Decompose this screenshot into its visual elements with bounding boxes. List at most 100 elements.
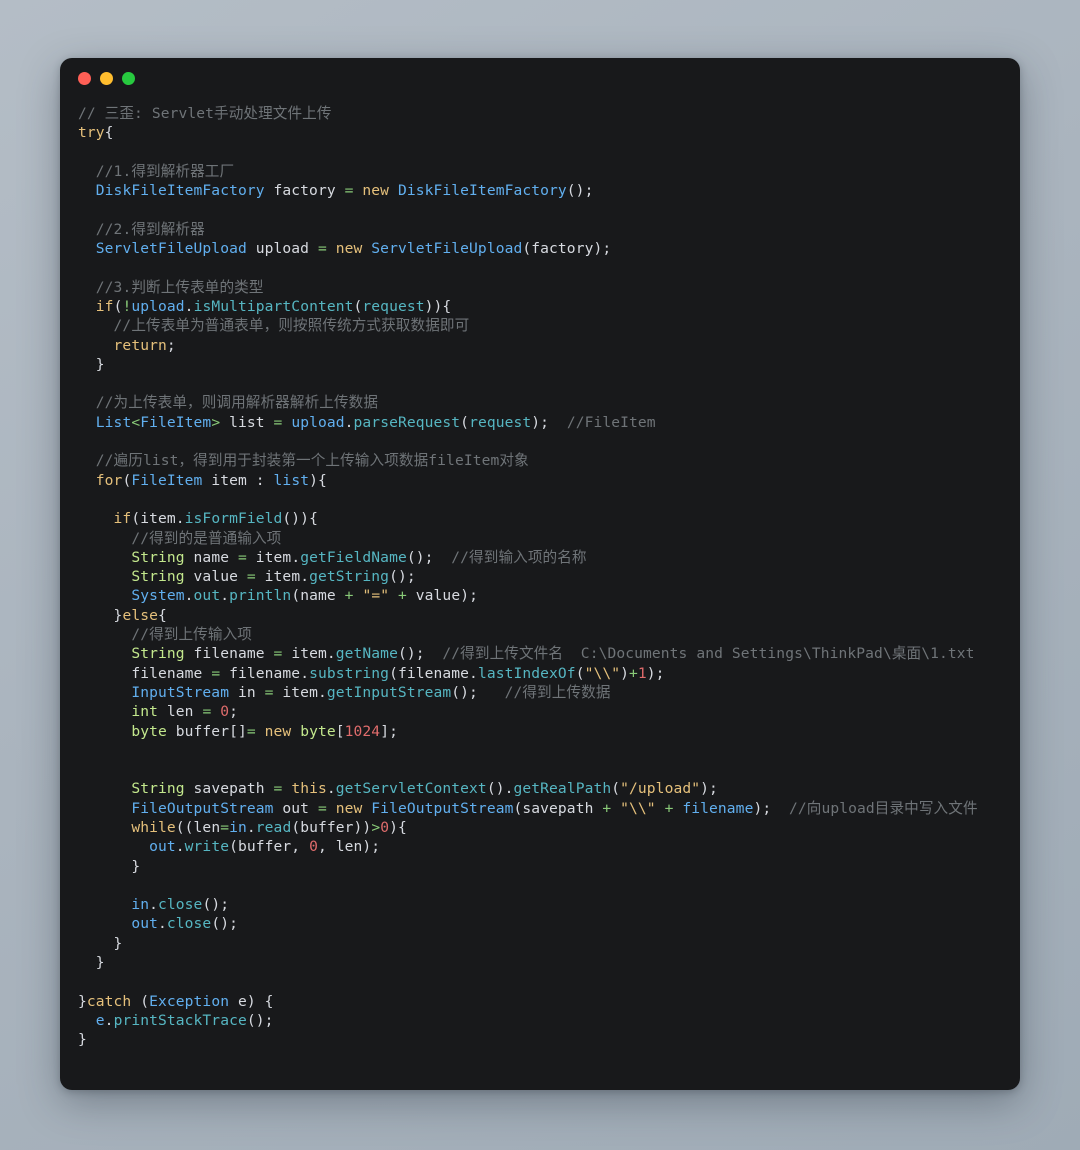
code-line: byte buffer[]= new byte[1024]; <box>60 722 1020 741</box>
code-token-id: . <box>326 780 336 798</box>
code-token-fn: substring <box>309 664 390 682</box>
code-token-id <box>362 800 371 817</box>
code-token-id: item <box>264 568 301 586</box>
code-line: DiskFileItemFactory factory = new DiskFi… <box>60 181 1020 200</box>
code-token-fn: request <box>469 413 532 431</box>
code-line: } <box>60 953 1020 972</box>
code-token-fn: println <box>229 587 292 605</box>
code-token-id: buffer, <box>237 838 310 856</box>
code-token-cls: List <box>95 413 132 431</box>
code-token-str: "\\" <box>620 799 656 817</box>
code-token-ty: String <box>131 645 185 663</box>
code-token-cm: //得到输入项的名称 <box>451 548 587 566</box>
code-token-id: ); <box>700 780 718 798</box>
code-token-id: (); <box>397 645 443 663</box>
code-token-op: > <box>371 818 381 836</box>
code-token-cls: FileItem <box>140 413 212 431</box>
code-line: String name = item.getFieldName(); //得到输… <box>60 548 1020 567</box>
code-token-id: ); <box>362 838 381 856</box>
code-token-id: (); <box>566 182 594 200</box>
code-token-fn: printStackTrace <box>113 1011 247 1029</box>
code-token-kw: catch <box>86 992 132 1010</box>
code-token-op: = <box>317 240 327 258</box>
code-token-id: (); <box>202 896 230 914</box>
code-token-kw: new <box>335 799 363 817</box>
code-token-op: + <box>629 664 638 682</box>
code-token-op: = <box>202 703 212 721</box>
code-token-fn: getString <box>309 568 390 586</box>
code-line: InputStream in = item.getInputStream(); … <box>60 683 1020 702</box>
code-token-cm: //1.得到解析器工厂 <box>95 162 235 180</box>
code-token-id: . <box>184 297 194 315</box>
code-token-var: upload <box>291 413 345 431</box>
code-token-op: = <box>237 548 247 566</box>
code-token-cls: InputStream <box>131 683 230 701</box>
code-token-id: : <box>255 471 274 489</box>
minimize-button[interactable] <box>100 71 113 85</box>
code-token-id: } <box>78 1031 87 1049</box>
code-line: } <box>60 934 1020 953</box>
code-token-var: in <box>229 818 247 836</box>
code-token-id: (); <box>451 683 505 701</box>
code-token-id: . <box>300 664 310 682</box>
code-token-id: . <box>469 664 478 682</box>
code-token-id: . <box>317 683 327 701</box>
code-line: List<FileItem> list = upload.parseReques… <box>60 413 1020 432</box>
code-token-fn: isMultipartContent <box>193 297 354 315</box>
code-token-cls: System <box>131 587 185 605</box>
code-token-cls: Exception <box>149 992 230 1010</box>
code-token-id: . <box>291 548 301 566</box>
code-token-id: ( <box>122 471 132 489</box>
code-token-id: ; <box>166 336 176 354</box>
maximize-button[interactable] <box>122 71 135 85</box>
code-token-id: name <box>300 587 345 605</box>
code-token-id: item <box>202 471 256 489</box>
code-token-fn: getRealPath <box>513 780 612 798</box>
code-token-id: ]; <box>380 722 398 740</box>
code-token-str: "=" <box>362 587 390 605</box>
code-token-id: ( <box>131 992 150 1010</box>
code-token-fn: read <box>255 818 292 836</box>
code-token-var: out <box>131 915 158 933</box>
code-token-ty: int <box>131 703 158 721</box>
close-button[interactable] <box>78 71 91 85</box>
code-token-id: filename <box>229 664 301 682</box>
code-token-kw: try <box>78 124 105 142</box>
code-token-cls: DiskFileItemFactory <box>397 182 567 200</box>
code-line: System.out.println(name + "=" + value); <box>60 586 1020 605</box>
code-block[interactable]: // 三歪: Servlet手动处理文件上传 try{ //1.得到解析器工厂 D… <box>60 98 1020 1050</box>
code-token-op: + <box>602 799 612 817</box>
code-line: //为上传表单，则调用解析器解析上传数据 <box>60 393 1020 412</box>
code-token-id <box>656 800 665 817</box>
code-token-cm: //2.得到解析器 <box>95 220 205 238</box>
code-token-var: in <box>131 896 150 914</box>
code-token-id: ( <box>611 780 621 798</box>
code-token-cm: //得到上传输入项 <box>131 626 252 644</box>
code-token-cls: ServletFileUpload <box>371 240 523 258</box>
code-token-id: . <box>104 1011 114 1029</box>
code-token-id <box>282 645 291 662</box>
code-token-id: ){ <box>309 471 327 489</box>
code-token-id: } <box>131 857 141 875</box>
code-token-op: = <box>317 799 327 817</box>
code-line: }catch (Exception e) { <box>60 992 1020 1011</box>
code-token-fn: getName <box>335 645 398 663</box>
code-token-op: = <box>246 722 256 740</box>
code-token-op: < <box>131 413 141 431</box>
code-token-op: = <box>264 683 274 701</box>
code-token-fn: request <box>362 297 425 315</box>
code-token-fn: getInputStream <box>326 683 452 701</box>
code-token-fn: getFieldName <box>300 548 407 566</box>
code-token-id: { <box>157 606 167 624</box>
code-token-id: } <box>95 954 105 972</box>
code-token-id <box>211 703 220 720</box>
code-token-id <box>220 665 229 682</box>
code-line: out.close(); <box>60 914 1020 933</box>
code-line: in.close(); <box>60 895 1020 914</box>
code-token-id: . <box>300 568 310 586</box>
code-token-fn: close <box>166 915 212 933</box>
code-token-num: 0 <box>220 703 230 721</box>
